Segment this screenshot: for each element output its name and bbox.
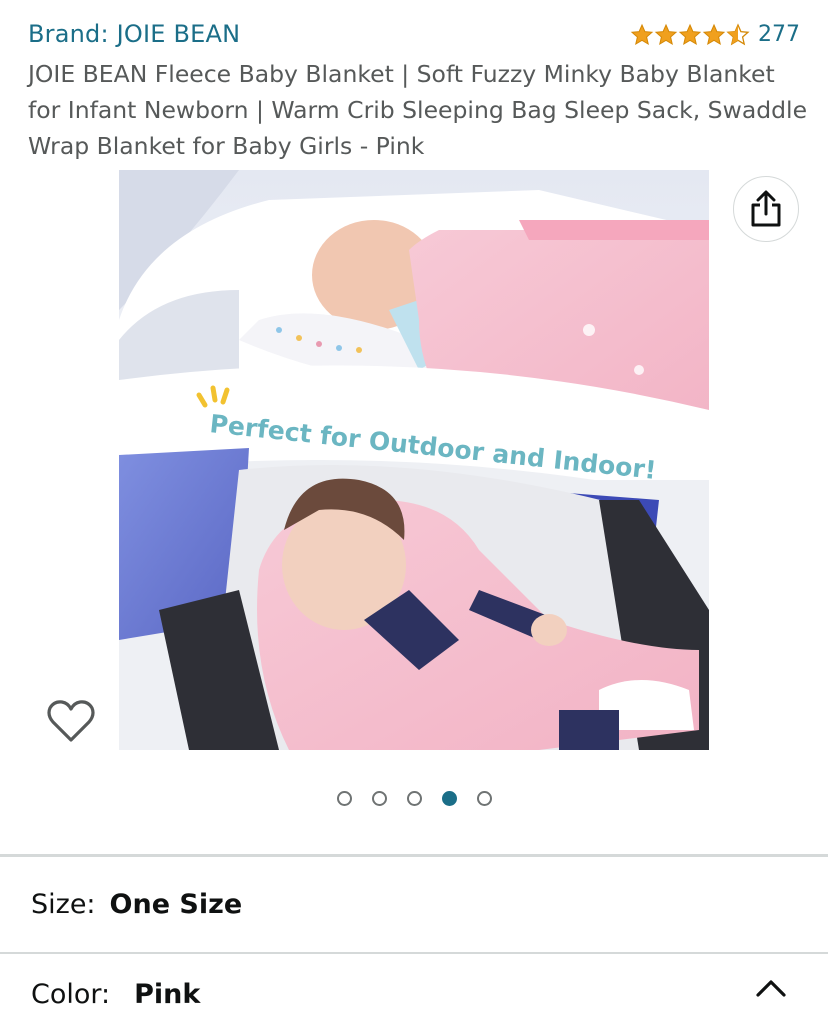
star-icon: [630, 23, 654, 45]
share-button[interactable]: [733, 176, 799, 242]
product-photo: Perfect for Outdoor and Indoor!: [119, 170, 709, 750]
star-icon: [678, 23, 702, 45]
brand-link[interactable]: Brand: JOIE BEAN: [28, 20, 240, 48]
section-divider: [0, 854, 828, 857]
star-icon: [702, 23, 726, 45]
pagination-dot[interactable]: [371, 791, 387, 806]
chevron-up-icon[interactable]: [754, 976, 788, 1000]
size-label: Size:: [31, 889, 96, 920]
heart-icon[interactable]: [46, 698, 96, 744]
pagination-dot[interactable]: [406, 791, 422, 806]
product-image[interactable]: Perfect for Outdoor and Indoor!: [119, 170, 709, 750]
rating[interactable]: 277: [630, 22, 800, 47]
color-value: Pink: [134, 979, 201, 1010]
rating-count[interactable]: 277: [758, 22, 800, 47]
size-value: One Size: [109, 889, 243, 920]
star-icon: [654, 23, 678, 45]
pagination-dot[interactable]: [336, 791, 352, 806]
section-divider: [0, 952, 828, 954]
product-title: JOIE BEAN Fleece Baby Blanket | Soft Fuz…: [28, 60, 808, 160]
color-label: Color:: [31, 979, 111, 1010]
share-icon: [751, 190, 781, 227]
color-selector[interactable]: Color: Pink: [31, 979, 200, 1010]
image-pagination[interactable]: [0, 791, 828, 806]
size-selector[interactable]: Size: One Size: [31, 889, 242, 920]
pagination-dot[interactable]: [441, 791, 457, 806]
star-half-icon: [726, 22, 750, 45]
star-rating: [630, 22, 750, 47]
pagination-dot[interactable]: [476, 791, 492, 806]
